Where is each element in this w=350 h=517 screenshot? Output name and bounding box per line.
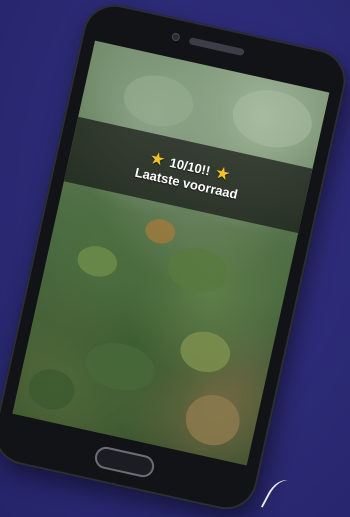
smartphone: ★ 10/10!! ★ Laatste voorraad — [0, 0, 350, 516]
decorative-swoosh — [260, 474, 298, 517]
bud-texture — [143, 216, 178, 247]
bud-texture — [163, 242, 232, 299]
promo-scene: ★ 10/10!! ★ Laatste voorraad — [0, 0, 350, 517]
bud-texture — [24, 364, 79, 414]
home-button[interactable] — [92, 444, 157, 480]
bud-texture — [180, 389, 245, 451]
bud-texture — [227, 82, 318, 155]
star-icon: ★ — [149, 149, 166, 170]
phone-screen: ★ 10/10!! ★ Laatste voorraad — [12, 40, 330, 466]
bud-texture — [176, 326, 235, 377]
bud-texture — [118, 68, 199, 133]
earpiece-speaker — [188, 37, 245, 57]
bud-texture — [74, 242, 121, 281]
bud-texture — [80, 336, 160, 397]
front-camera — [170, 32, 181, 42]
star-icon: ★ — [214, 164, 231, 184]
